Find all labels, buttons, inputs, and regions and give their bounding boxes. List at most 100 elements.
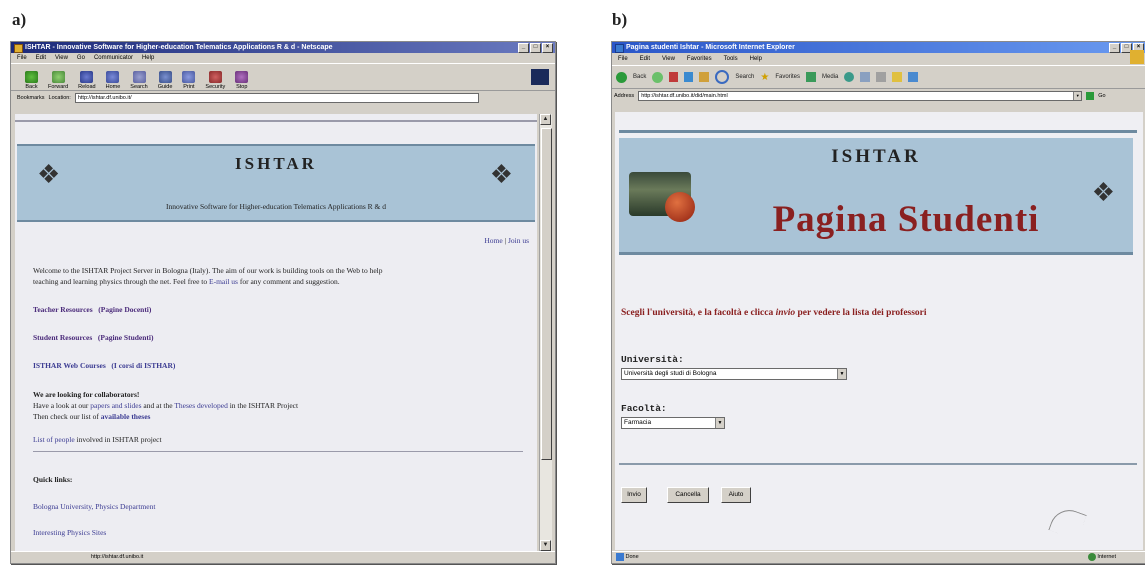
aiuto-button[interactable]: Aiuto — [721, 487, 751, 503]
teacher-resources: Teacher Resources (Pagine Docenti) — [33, 305, 151, 314]
ie-statusbar: Done Internet — [612, 551, 1145, 563]
globe-icon — [1087, 552, 1096, 561]
student-resources: Student Resources (Pagine Studenti) — [33, 333, 154, 342]
panel-label-b: b) — [612, 10, 628, 29]
menu-view[interactable]: View — [55, 53, 68, 63]
cancella-button[interactable]: Cancella — [667, 487, 709, 503]
ie-top-rule — [619, 130, 1137, 133]
stop-icon — [235, 71, 249, 83]
close-button[interactable]: × — [542, 43, 553, 53]
mail-icon[interactable] — [860, 72, 871, 82]
student-resources-link[interactable]: Student Resources — [33, 333, 92, 342]
teacher-resources-link[interactable]: Teacher Resources — [33, 305, 93, 314]
list-of-people-link[interactable]: List of people — [33, 435, 75, 444]
menu-communicator[interactable]: Communicator — [94, 53, 133, 63]
studenti-banner: ❖ ISHTAR Pagina Studenti — [619, 138, 1133, 255]
forward-arrow-icon[interactable] — [652, 71, 664, 83]
netscape-scrollbar[interactable]: ▲ ▼ — [539, 114, 552, 551]
history-icon[interactable] — [844, 72, 855, 82]
ie-menu-favorites[interactable]: Favorites — [687, 53, 712, 65]
join-us-link[interactable]: Join us — [508, 236, 529, 245]
netscape-statusbar: http://ishtar.df.unibo.it — [11, 551, 555, 563]
reload-icon — [80, 71, 94, 83]
ie-media-label[interactable]: Media — [822, 74, 838, 80]
location-label: Location: — [48, 94, 71, 101]
scroll-thumb[interactable] — [541, 128, 552, 460]
ishtar-banner: ❖ ❖ ISHTAR Innovative Software for Highe… — [17, 144, 535, 222]
back-arrow-icon[interactable] — [616, 71, 627, 83]
bologna-physics-link[interactable]: Bologna University, Physics Department — [33, 502, 155, 511]
media-icon[interactable] — [806, 72, 817, 82]
ie-favorites-label[interactable]: Favorites — [775, 74, 800, 80]
guide-button[interactable]: Guide — [158, 71, 172, 90]
menu-help[interactable]: Help — [142, 53, 154, 63]
ie-title: Pagina studenti Ishtar - Microsoft Inter… — [626, 44, 795, 51]
messenger-icon[interactable] — [908, 72, 919, 82]
maximize-button[interactable]: □ — [530, 43, 541, 53]
home-button[interactable]: Home — [106, 71, 120, 90]
theses-developed-link[interactable]: Theses developed — [174, 401, 228, 410]
search-button[interactable]: Search — [130, 71, 148, 90]
scroll-down-button[interactable]: ▼ — [540, 540, 551, 551]
go-button[interactable]: Go — [1098, 93, 1105, 99]
ie-minimize-button[interactable]: _ — [1109, 43, 1120, 53]
ie-url-field[interactable]: http://ishtar.df.unibo.it/did/main.html … — [638, 91, 1083, 101]
print-icon[interactable] — [876, 72, 887, 82]
pagine-docenti-link[interactable]: (Pagine Docenti) — [98, 305, 151, 314]
divider — [33, 451, 523, 452]
home-icon[interactable] — [699, 72, 710, 82]
web-courses: ISTHAR Web Courses (I corsi di ISTHAR) — [33, 361, 175, 370]
universita-select[interactable]: Università degli studi di Bologna ▼ — [621, 368, 847, 380]
security-button[interactable]: Security — [205, 71, 225, 90]
web-courses-link[interactable]: ISTHAR Web Courses — [33, 361, 106, 370]
ie-page: ❖ ISHTAR Pagina Studenti Scegli l'univer… — [615, 112, 1143, 550]
star-icon[interactable]: ★ — [760, 72, 769, 83]
available-theses-link[interactable]: available theses — [101, 412, 151, 421]
physics-sites-link[interactable]: Interesting Physics Sites — [33, 528, 106, 537]
print-button[interactable]: Print — [182, 71, 196, 90]
go-arrow-icon[interactable] — [1086, 92, 1095, 100]
url-field[interactable]: http://ishtar.df.unibo.it/ — [74, 92, 479, 103]
menu-go[interactable]: Go — [77, 53, 85, 63]
corsi-link[interactable]: (I corsi di ISTHAR) — [111, 361, 175, 370]
refresh-icon[interactable] — [684, 72, 694, 82]
ie-ishtar-title: ISHTAR — [831, 146, 921, 167]
menu-file[interactable]: File — [17, 53, 27, 63]
pagine-studenti-link[interactable]: (Pagine Studenti) — [98, 333, 154, 342]
page-done-icon — [616, 552, 624, 561]
ie-menu-help[interactable]: Help — [750, 53, 762, 65]
ie-menu-file[interactable]: File — [618, 53, 628, 65]
bookmarks-button[interactable]: Bookmarks — [17, 95, 45, 101]
status-zone: Internet — [1087, 552, 1116, 563]
ie-back-label[interactable]: Back — [633, 74, 646, 80]
minimize-button[interactable]: _ — [518, 43, 529, 53]
ie-titlebar: Pagina studenti Ishtar - Microsoft Inter… — [612, 42, 1145, 53]
search-icon[interactable] — [715, 70, 730, 84]
panel-label-a: a) — [12, 10, 27, 29]
ie-menu-tools[interactable]: Tools — [724, 53, 738, 65]
reload-button[interactable]: Reload — [78, 71, 96, 90]
back-button[interactable]: Back — [25, 71, 38, 90]
ie-menu-edit[interactable]: Edit — [640, 53, 650, 65]
top-links: Home | Join us — [484, 236, 529, 245]
stop-icon[interactable] — [669, 72, 679, 82]
forward-button[interactable]: Forward — [48, 71, 68, 90]
print-icon — [182, 71, 196, 83]
facolta-select[interactable]: Farmacia ▼ — [621, 417, 725, 429]
papers-link[interactable]: papers and slides — [90, 401, 141, 410]
people-line: List of people involved in ISHTAR projec… — [33, 435, 162, 444]
menu-edit[interactable]: Edit — [36, 53, 46, 63]
ie-window: Pagina studenti Ishtar - Microsoft Inter… — [611, 41, 1145, 564]
ie-search-label[interactable]: Search — [735, 74, 754, 80]
home-icon — [106, 71, 120, 83]
email-link[interactable]: E-mail us — [209, 277, 238, 286]
ie-menu-view[interactable]: View — [662, 53, 675, 65]
scroll-up-button[interactable]: ▲ — [540, 114, 551, 125]
stop-button[interactable]: Stop — [235, 71, 249, 90]
address-dropdown-icon[interactable]: ▼ — [1073, 92, 1082, 100]
invio-button[interactable]: Invio — [621, 487, 647, 503]
windows-logo-icon — [1130, 50, 1144, 64]
netscape-logo-icon — [531, 69, 549, 85]
folder-icon[interactable] — [892, 72, 903, 82]
home-link[interactable]: Home — [484, 236, 502, 245]
